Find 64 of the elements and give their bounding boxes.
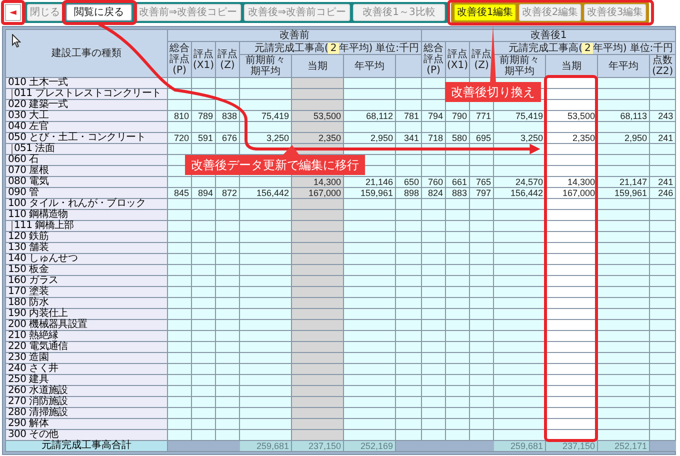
toolbar-button[interactable]: 閲覧に戻る [66,4,132,21]
column-header: 総合評点(P) [168,42,192,78]
table-cell: 250 建具 [6,374,168,386]
table-cell: 300 その他 [6,430,168,440]
year-value: 2 [328,42,339,54]
table-cell: 060 石 [6,154,168,166]
highlight-frame [1,0,25,25]
unit-label: 単位:千円 [630,42,674,54]
year-value: 2 [582,42,593,54]
table-cell: 030 大工 [6,110,168,122]
table-cell: 011 プレストレストコンクリート [6,88,168,100]
table-cell: 280 清掃施設 [6,408,168,418]
table-cell: 240 さく井 [6,364,168,374]
section-header: 改善後1 [422,30,676,42]
table-cell: 110 鋼構造物 [6,210,168,220]
column-title: 建設工事の種類 [52,48,122,59]
edit-tab[interactable]: 改善後3編集 [584,4,646,21]
table-cell: 120 鉄筋 [6,232,168,242]
column-header: 前期前々期平均 [240,54,292,78]
table-cell: 170 塗装 [6,286,168,298]
table-cell: 260 水道施設 [6,386,168,396]
table-cell: 111 鋼橋上部 [6,220,168,232]
callout-label: 改善後切り換え [445,82,541,102]
section-header: 改善前 [168,30,422,42]
table-cell: 090 管 [6,188,168,198]
edit-tab[interactable]: 改善後1編集 [454,4,516,21]
table-cell: 070 屋根 [6,166,168,176]
table-cell: 元請完成工事高合計 [6,440,168,452]
column-header: 年平均 [598,54,650,78]
table-cell: 200 機械器具設置 [6,320,168,330]
column-header: 点数(Z2) [650,54,676,78]
column-header: 前期前々期平均 [494,54,546,78]
table-cell: 190 内装仕上 [6,308,168,320]
table-cell: 020 建築一式 [6,100,168,110]
cursor-icon [12,34,21,48]
table-cell: 010 土木一式 [6,78,168,88]
back-button[interactable]: ◄ [5,4,21,21]
table-cell: 210 熱絶縁 [6,330,168,342]
table-cell: 040 左官 [6,122,168,132]
edit-tab[interactable]: 改善後2編集 [519,4,581,21]
table-cell: 050 とび・土工・コンクリート [6,132,168,144]
table-cell: 150 板金 [6,264,168,276]
column-header: 当期 [292,54,344,78]
column-group-title: 元請完成工事高( [508,42,582,54]
table-cell: 080 電気 [6,176,168,188]
table-cell: 160 ガラス [6,276,168,286]
table-cell: 230 造園 [6,352,168,364]
table-cell: 180 防水 [6,298,168,308]
column-header: 評点(X1) [446,42,470,78]
column-header: 評点(X1) [192,42,216,78]
table-cell: 100 タイル・れんが・ブロック [6,198,168,210]
table-cell: 290 解体 [6,418,168,430]
column-header: 総合評点(P) [422,42,446,78]
table-cell: 220 電気通信 [6,342,168,352]
column-header: 年平均 [344,54,396,78]
year-suffix: 年平均) [338,42,373,54]
table-cell: 130 舗装 [6,242,168,254]
table-cell: 140 しゅんせつ [6,254,168,264]
column-group-title: 元請完成工事高( [254,42,328,54]
year-suffix: 年平均) [592,42,627,54]
table-cell: 270 消防施設 [6,396,168,408]
unit-label: 単位:千円 [376,42,420,54]
table-cell: 051 法面 [6,144,168,154]
column-header: 評点(Z) [216,42,240,78]
